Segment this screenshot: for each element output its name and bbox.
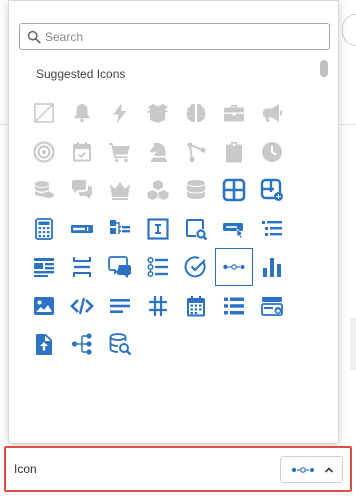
search-input[interactable]	[45, 29, 315, 44]
check-circle-icon[interactable]	[181, 252, 211, 282]
align-left-icon[interactable]	[105, 291, 135, 321]
search-box[interactable]	[19, 23, 330, 50]
clipboard-icon[interactable]	[219, 137, 249, 167]
text-input-icon[interactable]	[67, 214, 97, 244]
crown-icon[interactable]	[105, 175, 135, 205]
calculator-icon[interactable]	[29, 214, 59, 244]
cart-icon[interactable]	[105, 137, 135, 167]
flow-list-icon[interactable]	[105, 214, 135, 244]
empty-icon[interactable]	[29, 98, 59, 128]
clock-icon[interactable]	[257, 137, 287, 167]
card-stack-icon[interactable]	[257, 291, 287, 321]
database-search-icon[interactable]	[105, 329, 135, 359]
box-open-icon[interactable]	[143, 98, 173, 128]
background-panel-edge	[350, 318, 356, 370]
selected-stepper-icon	[291, 467, 314, 473]
indented-list-icon[interactable]	[257, 214, 287, 244]
spacing-icon[interactable]	[67, 252, 97, 282]
coins-icon[interactable]	[29, 175, 59, 205]
hashtag-icon[interactable]	[143, 291, 173, 321]
search-icon	[27, 30, 41, 44]
code-icon[interactable]	[67, 291, 97, 321]
calendar-check-icon[interactable]	[67, 137, 97, 167]
bar-chart-icon[interactable]	[257, 252, 287, 282]
section-title: Suggested Icons	[36, 67, 126, 81]
numbered-list-icon[interactable]	[143, 252, 173, 282]
button-click-icon[interactable]	[219, 214, 249, 244]
chat-window-icon[interactable]	[105, 252, 135, 282]
icon-field-label: Icon	[14, 462, 37, 476]
background-search-edge	[342, 14, 356, 46]
brain-icon[interactable]	[181, 98, 211, 128]
target-icon[interactable]	[29, 137, 59, 167]
scrollbar-thumb[interactable]	[320, 60, 328, 77]
chevron-up-icon	[324, 467, 334, 473]
lightning-icon[interactable]	[105, 98, 135, 128]
megaphone-icon[interactable]	[257, 98, 287, 128]
bell-icon[interactable]	[67, 98, 97, 128]
comments-icon[interactable]	[67, 175, 97, 205]
briefcase-icon[interactable]	[219, 98, 249, 128]
icon-picker-button[interactable]	[280, 456, 343, 483]
image-icon[interactable]	[29, 291, 59, 321]
file-upload-icon[interactable]	[29, 329, 59, 359]
nodes-icon[interactable]	[181, 137, 211, 167]
layout-add-icon[interactable]	[257, 175, 287, 205]
news-icon[interactable]	[29, 252, 59, 282]
calendar-grid-icon[interactable]	[181, 291, 211, 321]
frame-search-icon[interactable]	[181, 214, 211, 244]
layout-grid-icon[interactable]	[219, 175, 249, 205]
text-cursor-box-icon[interactable]	[143, 214, 173, 244]
icon-field-row: Icon	[4, 446, 352, 492]
chess-knight-icon[interactable]	[143, 137, 173, 167]
cubes-icon[interactable]	[143, 175, 173, 205]
database-icon[interactable]	[181, 175, 211, 205]
stepper-icon[interactable]	[215, 248, 253, 286]
sitemap-icon[interactable]	[67, 329, 97, 359]
list-icon[interactable]	[219, 291, 249, 321]
icon-picker-popup: Suggested Icons	[8, 0, 339, 444]
scrollbar[interactable]	[317, 57, 331, 443]
